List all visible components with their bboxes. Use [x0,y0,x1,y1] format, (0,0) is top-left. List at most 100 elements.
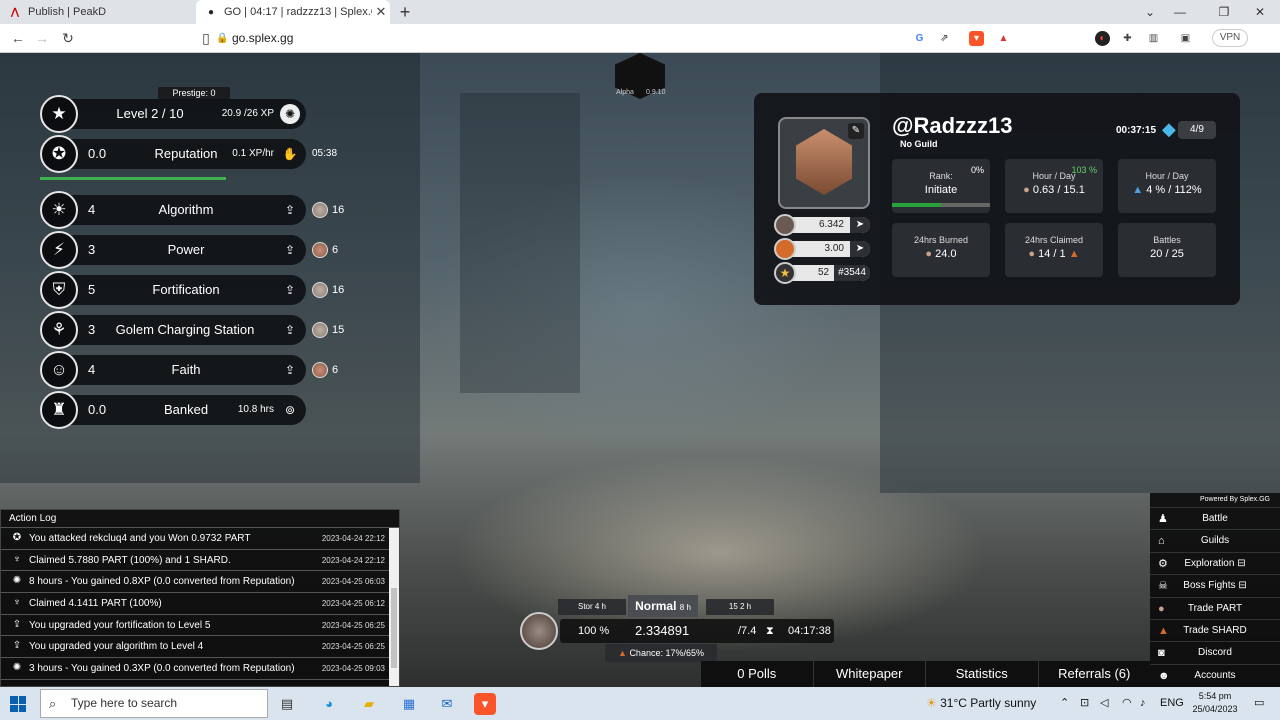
send-shard-button[interactable]: ➤ [850,241,870,257]
menu-item-boss-fights[interactable]: ☠ Boss Fights ⊟ [1150,574,1280,596]
mining-rate: /7.4 [738,625,757,637]
polls-link[interactable]: 0 Polls [700,661,813,687]
scrollbar-thumb[interactable] [391,588,397,668]
speaker-icon[interactable]: ♪ [1140,687,1146,720]
minimize-button[interactable]: — [1160,0,1200,24]
battle-icon: ♟ [1158,513,1168,525]
cost-value: 16 [332,284,345,296]
system-clock[interactable]: 5:54 pm 25/04/2023 [1186,690,1244,716]
menu-item-battle[interactable]: ♟ Battle [1150,507,1280,529]
store-icon[interactable]: ▦ [398,693,420,715]
level-label: Level 2 / 10 [116,106,184,121]
stat-name: Fortification [152,282,220,297]
upgrade-icon[interactable]: ⇪ [280,360,300,380]
stat-name: Power [167,242,205,257]
puzzle-icon[interactable]: ✚ [1120,31,1135,46]
tile-value-text: 4 % / 112% [1146,184,1202,196]
maximize-button[interactable]: ❐ [1204,0,1244,24]
url-text[interactable]: go.splex.gg [232,24,293,53]
bookmark-icon[interactable]: ▯ [194,24,218,53]
boss-icon: ☠ [1158,580,1168,593]
menu-item-guilds[interactable]: ⌂ Guilds [1150,529,1280,551]
back-icon[interactable]: ← [6,24,30,53]
google-icon[interactable]: G [912,31,927,46]
claim-coin-button[interactable] [520,612,558,650]
reputation-icon: ✪ [40,135,78,173]
storage-mode-button[interactable]: Stor 4 h [558,599,626,615]
hands-icon[interactable]: ✋ [280,144,300,164]
menu-item-exploration[interactable]: ⚙ Exploration ⊟ [1150,551,1280,574]
reload-icon[interactable]: ↻ [56,24,80,53]
notification-icon[interactable]: ▭ [1254,687,1264,720]
statistics-link[interactable]: Statistics [925,661,1038,687]
piggy-bank-icon: ♜ [40,391,78,429]
part-rate-tile: 103 % Hour / Day ● 0.63 / 15.1 [1005,159,1103,213]
tile-label: Hour / Day [1145,171,1189,181]
level-number: 52 [818,267,830,278]
bed-icon: ⊟ [1237,557,1246,569]
tile-value: ● 14 / 1 ▲ [1005,248,1103,260]
stat-name: Golem Charging Station [115,322,255,337]
close-window-button[interactable]: ✕ [1240,0,1280,24]
tile-value-text: 14 / 1 [1038,248,1066,260]
action-log-scrollbar[interactable] [389,528,399,686]
banked-hours: 10.8 hrs [237,404,274,415]
send-part-button[interactable]: ➤ [850,217,870,233]
brave-shield-icon[interactable]: ▾ [969,31,984,46]
mode-normal-button[interactable]: Normal 8 h [628,595,698,617]
taskbar-search[interactable]: ⌕ Type here to search [40,689,268,718]
menu-item-discord[interactable]: ◙ Discord [1150,641,1280,663]
rank-number: #3544 [834,265,870,281]
upgrade-icon[interactable]: ⇪ [280,280,300,300]
language-indicator[interactable]: ENG [1160,687,1184,720]
brave-rewards-icon[interactable]: ▲ [996,31,1011,46]
menu-item-trade-part[interactable]: ● Trade PART [1150,596,1280,619]
chance-label: ▲ Chance: 17%/65% [605,644,717,662]
upgrade-icon[interactable]: ⇪ [280,200,300,220]
upgrade-icon[interactable]: ⇪ [280,240,300,260]
mail-icon[interactable]: ✉ [436,693,458,715]
sidebar-icon[interactable]: ▥ [1146,31,1161,46]
new-tab-button[interactable]: + [396,1,414,23]
windows-start-icon[interactable] [10,696,26,712]
forward-icon[interactable]: → [30,24,54,53]
log-date: 2023-04-24 22:12 [321,555,385,565]
upgrade-cost: 16 [312,275,344,305]
chevron-up-icon[interactable]: ⌃ [1060,687,1069,720]
part-coin-icon [312,202,328,218]
referrals-link[interactable]: Referrals (6) [1037,661,1151,687]
avatar-hex [796,129,852,195]
log-date: 2023-04-25 06:25 [321,642,385,652]
share-icon[interactable]: ⇗ [937,31,952,46]
star-icon: ★ [774,262,796,284]
fast-mode-button[interactable]: 15 2 h [706,599,774,615]
wifi-icon[interactable]: ◠ [1122,687,1132,720]
extension-icon[interactable]: ◐ [1095,31,1110,46]
stat-value: 5 [88,282,96,297]
tab-peakd[interactable]: ⋀ Publish | PeakD [0,0,196,24]
brave-icon[interactable]: ▾ [474,693,496,715]
part-coin-icon: ● [1028,248,1036,260]
menu-item-trade-shard[interactable]: ▲ Trade SHARD [1150,618,1280,641]
edge-icon[interactable]: ◕ [318,693,340,715]
menu-item-accounts[interactable]: ☻ Accounts [1150,663,1280,686]
weather-widget[interactable]: ☀ 31°C Partly sunny [926,687,1036,720]
wallet-icon[interactable]: ▣ [1178,31,1193,46]
vpn-button[interactable]: VPN [1212,29,1248,47]
stat-name: Algorithm [158,202,214,217]
volume-icon[interactable]: ◁ [1100,687,1108,720]
upgrade-icon[interactable]: ⇪ [280,320,300,340]
network-icon[interactable]: ⊡ [1080,687,1089,720]
file-explorer-icon[interactable]: ▰ [358,693,380,715]
lock-icon: 🔒 [216,33,229,44]
whitepaper-link[interactable]: Whitepaper [812,661,926,687]
energy-timer: 00:37:15 [1116,125,1157,136]
tab-splex[interactable]: ● GO | 04:17 | radzzz13 | Splex.GG ✕ [196,0,390,24]
menu-label: Accounts [1194,669,1236,681]
bank-icon[interactable]: ⊚ [280,400,300,420]
close-icon[interactable]: ✕ [372,4,390,20]
part-coin-icon: ● [1023,184,1030,196]
clock-time: 5:54 pm [1198,691,1232,701]
task-view-icon[interactable]: ▤ [276,693,298,715]
edit-icon[interactable]: ✎ [848,123,864,139]
